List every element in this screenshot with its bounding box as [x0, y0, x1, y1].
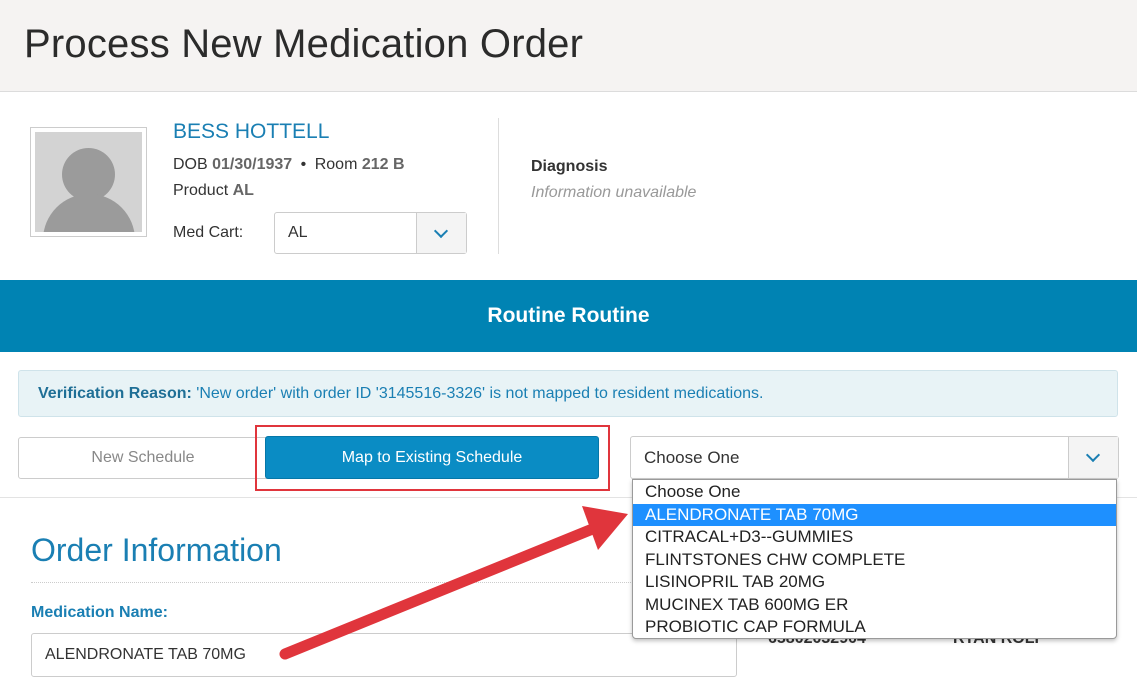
product-label: Product: [173, 182, 229, 199]
dropdown-option[interactable]: CITRACAL+D3--GUMMIES: [633, 526, 1116, 549]
med-cart-select[interactable]: AL: [274, 212, 467, 254]
schedule-banner: Routine Routine: [0, 280, 1137, 352]
dropdown-option[interactable]: Choose One: [633, 481, 1116, 504]
verification-alert: Verification Reason: 'New order' with or…: [18, 370, 1118, 417]
page-title: Process New Medication Order: [24, 22, 584, 66]
diagnosis-label: Diagnosis: [531, 158, 608, 175]
banner-title: Routine Routine: [487, 304, 650, 327]
page-header: Process New Medication Order: [0, 0, 1137, 92]
section-rule: [31, 582, 631, 583]
chevron-down-icon: [1085, 447, 1101, 463]
annotation-highlight-box: [255, 425, 610, 491]
order-information-title: Order Information: [31, 532, 282, 568]
medication-name-value: ALENDRONATE TAB 70MG: [45, 646, 246, 663]
dropdown-option[interactable]: MUCINEX TAB 600MG ER: [633, 594, 1116, 617]
dob-label: DOB: [173, 156, 208, 173]
existing-schedule-select[interactable]: Choose One: [630, 436, 1119, 479]
existing-schedule-value: Choose One: [644, 448, 740, 467]
existing-schedule-dropdown-button[interactable]: [1068, 437, 1118, 478]
separator-bullet: •: [300, 156, 307, 173]
verification-message: 'New order' with order ID '3145516-3326'…: [196, 385, 764, 402]
dropdown-option[interactable]: PROBIOTIC CAP FORMULA: [633, 616, 1116, 638]
avatar: [30, 127, 147, 237]
new-schedule-label: New Schedule: [91, 449, 195, 466]
verification-text: Verification Reason: 'New order' with or…: [38, 385, 763, 403]
arrow-head: [582, 506, 628, 550]
patient-dob-room: DOB 01/30/1937 • Room 212 B: [173, 156, 405, 174]
med-cart-value: AL: [288, 224, 308, 241]
dob-value: 01/30/1937: [212, 156, 293, 173]
product-value: AL: [232, 182, 254, 199]
dropdown-option[interactable]: LISINOPRIL TAB 20MG: [633, 571, 1116, 594]
patient-product: Product AL: [173, 182, 254, 200]
medication-name-field[interactable]: ALENDRONATE TAB 70MG: [31, 633, 737, 677]
vertical-divider: [498, 118, 499, 254]
room-label: Room: [314, 156, 358, 173]
medication-name-label: Medication Name:: [31, 604, 168, 621]
room-value: 212 B: [361, 156, 405, 173]
new-schedule-button[interactable]: New Schedule: [18, 437, 268, 479]
patient-name[interactable]: BESS HOTTELL: [173, 120, 329, 144]
person-silhouette-icon: [35, 132, 142, 232]
patient-card: BESS HOTTELL DOB 01/30/1937 • Room 212 B…: [0, 93, 1137, 280]
chevron-down-icon: [433, 223, 449, 239]
med-cart-dropdown-button[interactable]: [416, 213, 466, 253]
med-cart-label: Med Cart:: [173, 224, 244, 241]
diagnosis-value: Information unavailable: [531, 184, 697, 201]
dropdown-option-selected[interactable]: ALENDRONATE TAB 70MG: [633, 503, 1116, 526]
verification-label: Verification Reason:: [38, 385, 192, 402]
schedule-dropdown-list[interactable]: Choose One ALENDRONATE TAB 70MG CITRACAL…: [632, 479, 1117, 639]
dropdown-option[interactable]: FLINTSTONES CHW COMPLETE: [633, 549, 1116, 572]
